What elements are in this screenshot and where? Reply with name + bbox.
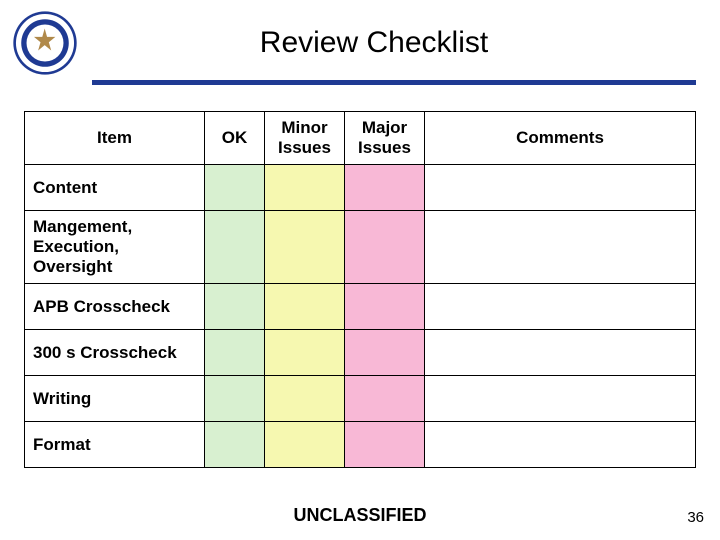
cell-ok [205,330,265,376]
cell-ok [205,376,265,422]
cell-major [345,376,425,422]
cell-comments [425,211,696,284]
row-label: Writing [25,376,205,422]
table-row: 300 s Crosscheck [25,330,696,376]
cell-major [345,165,425,211]
classification-footer: UNCLASSIFIED [0,505,720,526]
table-row: Mangement, Execution, Oversight [25,211,696,284]
cell-minor [265,376,345,422]
table-row: APB Crosscheck [25,284,696,330]
table-row: Format [25,422,696,468]
page-title: Review Checklist [48,26,700,60]
row-label: Content [25,165,205,211]
table-row: Writing [25,376,696,422]
cell-ok [205,422,265,468]
col-major: Major Issues [345,112,425,165]
cell-minor [265,284,345,330]
table-body: Content Mangement, Execution, Oversight … [25,165,696,468]
col-ok: OK [205,112,265,165]
cell-minor [265,330,345,376]
cell-major [345,211,425,284]
cell-major [345,330,425,376]
cell-ok [205,211,265,284]
cell-comments [425,422,696,468]
cell-comments [425,165,696,211]
checklist-table-wrap: Item OK Minor Issues Major Issues Commen… [0,93,720,468]
cell-minor [265,422,345,468]
table-header-row: Item OK Minor Issues Major Issues Commen… [25,112,696,165]
cell-major [345,422,425,468]
col-comments: Comments [425,112,696,165]
col-item: Item [25,112,205,165]
cell-minor [265,211,345,284]
checklist-table: Item OK Minor Issues Major Issues Commen… [24,111,696,468]
cell-minor [265,165,345,211]
table-row: Content [25,165,696,211]
row-label: 300 s Crosscheck [25,330,205,376]
cell-ok [205,284,265,330]
slide-header: Review Checklist [0,0,720,80]
page-number: 36 [687,509,704,526]
cell-ok [205,165,265,211]
row-label: Mangement, Execution, Oversight [25,211,205,284]
row-label: Format [25,422,205,468]
cell-comments [425,330,696,376]
row-label: APB Crosscheck [25,284,205,330]
cell-major [345,284,425,330]
col-minor: Minor Issues [265,112,345,165]
header-rule [92,80,696,85]
cell-comments [425,284,696,330]
cell-comments [425,376,696,422]
